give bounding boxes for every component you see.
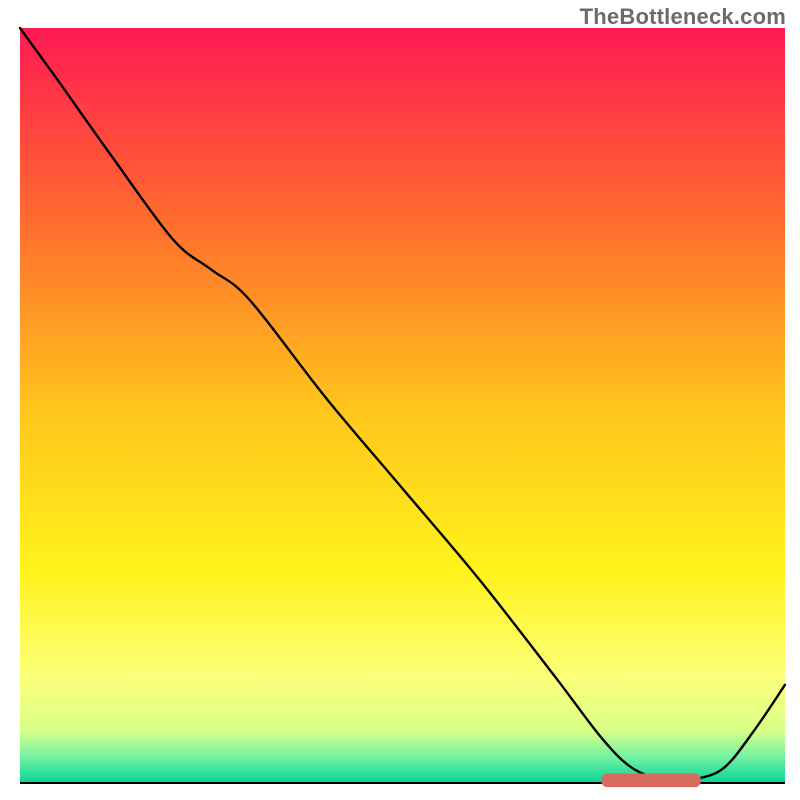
optimal-range-marker — [601, 774, 700, 788]
chart-container: TheBottleneck.com — [0, 0, 800, 800]
plot-area — [20, 28, 785, 783]
chart-svg — [0, 0, 800, 800]
watermark-label: TheBottleneck.com — [580, 4, 786, 30]
gradient-background — [20, 28, 785, 783]
